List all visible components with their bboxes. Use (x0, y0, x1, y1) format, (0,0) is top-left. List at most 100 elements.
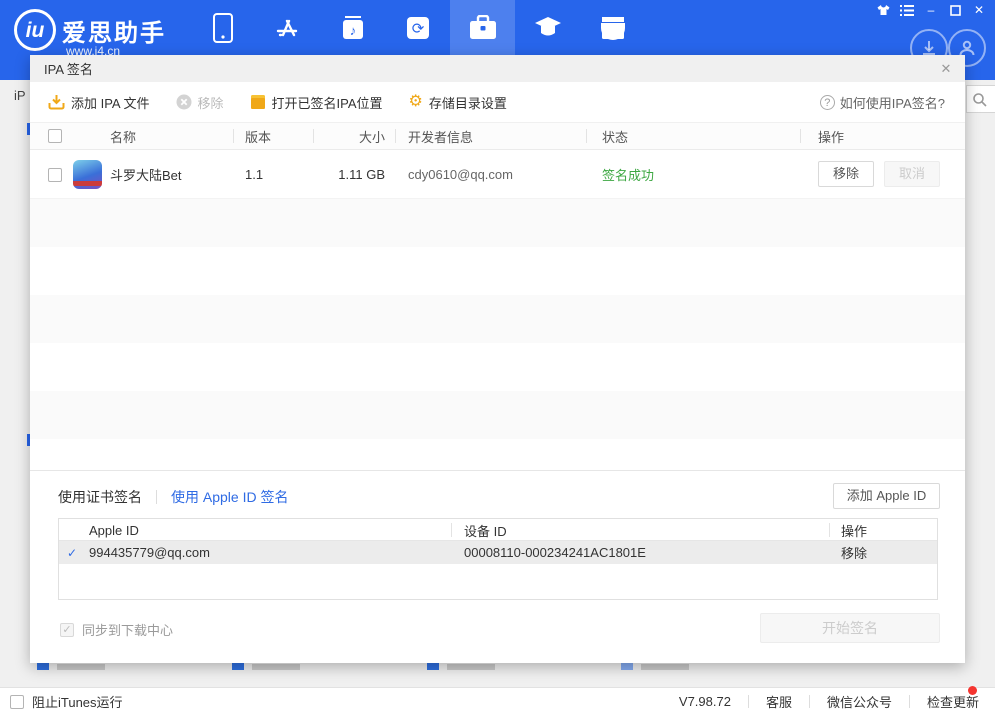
open-signed-location-button[interactable]: 打开已签名IPA位置 (250, 93, 383, 112)
empty-row (30, 295, 965, 343)
app-developer: cdy0610@qq.com (408, 150, 513, 199)
cutoff-toolbox-item (427, 663, 495, 671)
underlying-page-text: iP (14, 88, 26, 103)
row-checkbox[interactable] (48, 150, 62, 199)
i4-logo: iu (14, 9, 56, 51)
apple-id-value: 994435779@qq.com (89, 541, 210, 564)
tool-icon (427, 663, 439, 670)
how-to-use-link[interactable]: ? 如何使用IPA签名? (820, 82, 945, 122)
selected-check-icon: ✓ (67, 546, 77, 560)
col-name: 名称 (110, 122, 136, 150)
storage-settings-label: 存储目录设置 (429, 93, 507, 112)
main-nav: ♪ ⟳ (190, 0, 645, 55)
device-id-value: 00008110-000234241AC1801E (464, 541, 646, 564)
select-all-checkbox[interactable] (48, 122, 62, 150)
col-id-actions: 操作 (841, 519, 867, 541)
check-update-link[interactable]: 检查更新 (910, 692, 979, 711)
gear-icon: ⚙ (409, 94, 423, 110)
app-version: 1.1 (245, 150, 263, 199)
sync-checkbox[interactable]: ✓ (60, 623, 74, 637)
add-file-icon (48, 94, 65, 110)
add-apple-id-button[interactable]: 添加 Apple ID (833, 483, 940, 509)
check-icon: ✓ (62, 623, 71, 636)
empty-row (30, 199, 965, 247)
folder-icon (250, 94, 266, 110)
svg-text:♪: ♪ (349, 23, 356, 38)
menu-icon[interactable] (899, 3, 915, 17)
col-size: 大小 (300, 122, 385, 150)
sync-download-center[interactable]: ✓ 同步到下载中心 (60, 620, 173, 639)
sync-icon: ⟳ (404, 14, 432, 42)
table-row: 斗罗大陆Bet 1.1 1.11 GB cdy0610@qq.com 签名成功 … (30, 150, 965, 199)
ipa-sign-dialog: IPA 签名 ✕ 添加 IPA 文件 移除 打开已签名IPA位置 ⚙ 存储目录设… (30, 55, 965, 663)
tool-icon (621, 663, 633, 670)
empty-row (30, 247, 965, 295)
app-icon (73, 160, 102, 189)
cutoff-toolbox-item (37, 663, 105, 671)
app-name: 斗罗大陆Bet (110, 150, 182, 199)
col-status: 状态 (602, 122, 628, 150)
tab-cert-sign[interactable]: 使用证书签名 (58, 487, 142, 507)
col-version: 版本 (245, 122, 271, 150)
row-remove-button[interactable]: 移除 (818, 161, 874, 187)
empty-row (30, 391, 965, 439)
col-developer: 开发者信息 (408, 122, 473, 150)
storefront-icon (598, 15, 628, 41)
dialog-close-icon[interactable]: ✕ (937, 60, 955, 78)
tab-store[interactable] (580, 0, 645, 55)
tool-icon (37, 663, 49, 670)
appstore-icon (274, 14, 302, 42)
cutoff-toolbox-item (232, 663, 300, 671)
start-sign-button[interactable]: 开始签名 (760, 613, 940, 643)
how-to-use-label: 如何使用IPA签名? (840, 93, 945, 112)
iphone-icon (212, 13, 234, 43)
sign-method-tabs: 使用证书签名 使用 Apple ID 签名 (58, 487, 288, 507)
music-icon: ♪ (339, 14, 367, 42)
update-notification-dot (968, 686, 977, 695)
remove-ipa-label: 移除 (198, 93, 224, 112)
row-cancel-button[interactable]: 取消 (884, 161, 940, 187)
skin-icon[interactable] (875, 3, 891, 17)
col-device-id: 设备 ID (464, 519, 507, 541)
toolbox-icon (468, 15, 498, 41)
tool-icon (232, 663, 244, 670)
tab-tutorials[interactable] (515, 0, 580, 55)
question-mark-icon: ? (820, 95, 835, 110)
wechat-link[interactable]: 微信公众号 (810, 692, 909, 711)
apple-id-table: Apple ID 设备 ID 操作 ✓ 994435779@qq.com 000… (58, 518, 938, 600)
maximize-icon[interactable] (947, 3, 963, 17)
dialog-titlebar: IPA 签名 ✕ (30, 55, 965, 82)
storage-settings-button[interactable]: ⚙ 存储目录设置 (409, 93, 507, 112)
add-ipa-button[interactable]: 添加 IPA 文件 (48, 93, 150, 112)
col-apple-id: Apple ID (89, 519, 139, 541)
minimize-icon[interactable]: – (923, 3, 939, 17)
support-link[interactable]: 客服 (749, 692, 809, 711)
open-signed-location-label: 打开已签名IPA位置 (272, 93, 383, 112)
empty-row (30, 343, 965, 391)
tab-appleid-sign[interactable]: 使用 Apple ID 签名 (171, 487, 288, 507)
remove-circle-icon (176, 94, 192, 110)
apple-id-row[interactable]: ✓ 994435779@qq.com 00008110-000234241AC1… (59, 541, 937, 564)
version-label: V7.98.72 (662, 694, 748, 709)
block-itunes-checkbox[interactable] (10, 695, 24, 709)
tab-ringtones-media[interactable]: ♪ (320, 0, 385, 55)
tab-my-device[interactable] (190, 0, 255, 55)
svg-text:⟳: ⟳ (411, 20, 424, 37)
add-ipa-label: 添加 IPA 文件 (71, 93, 150, 112)
apple-id-remove-link[interactable]: 移除 (841, 541, 867, 564)
sync-label: 同步到下载中心 (82, 620, 173, 639)
window-controls: – ✕ (875, 3, 987, 17)
close-window-icon[interactable]: ✕ (971, 3, 987, 17)
section-divider (30, 470, 965, 471)
tab-divider (156, 490, 157, 504)
remove-ipa-button[interactable]: 移除 (176, 93, 224, 112)
status-badge: 签名成功 (602, 150, 654, 199)
search-input[interactable] (966, 85, 995, 113)
empty-row (30, 439, 965, 470)
graduation-cap-icon (533, 15, 563, 41)
block-itunes-toggle[interactable]: 阻止iTunes运行 (10, 692, 123, 711)
tab-toolbox[interactable] (450, 0, 515, 55)
dialog-title: IPA 签名 (44, 59, 93, 78)
tab-flash-jailbreak[interactable]: ⟳ (385, 0, 450, 55)
tab-apps-games[interactable] (255, 0, 320, 55)
